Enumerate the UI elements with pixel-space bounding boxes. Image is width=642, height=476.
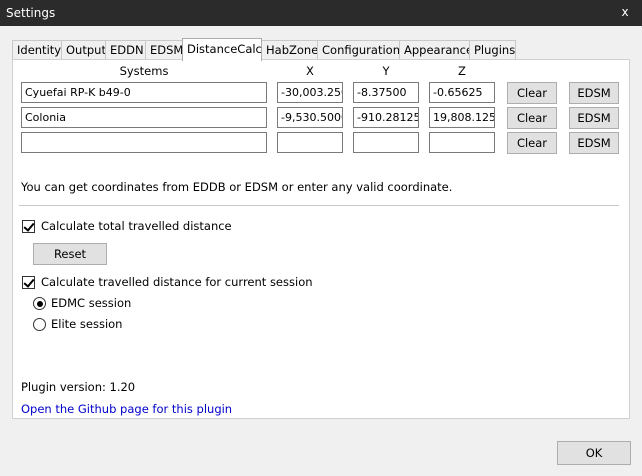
clear-button-1[interactable]: Clear: [507, 82, 557, 104]
tab-habzone[interactable]: HabZone: [261, 40, 318, 59]
tab-configuration[interactable]: Configuration: [317, 40, 400, 59]
plugin-version: Plugin version: 1.20: [21, 380, 136, 394]
system-input-2[interactable]: Colonia: [21, 107, 267, 128]
clear-button-3[interactable]: Clear: [507, 132, 557, 154]
reset-button[interactable]: Reset: [33, 243, 107, 265]
coordinates-note: You can get coordinates from EDDB or EDS…: [21, 180, 453, 194]
title-bar: Settings x: [0, 0, 642, 26]
window-title: Settings: [6, 6, 56, 20]
github-link[interactable]: Open the Github page for this plugin: [21, 402, 232, 416]
tab-identity[interactable]: Identity: [12, 40, 62, 59]
elite-session-label: Elite session: [51, 317, 123, 331]
x-input-1[interactable]: -30,003.250: [277, 82, 343, 103]
distancecalc-panel: Systems X Y Z Cyuefai RP-K b49-0 -30,003…: [12, 59, 630, 419]
clear-button-2[interactable]: Clear: [507, 107, 557, 129]
tab-output[interactable]: Output: [61, 40, 106, 59]
total-distance-checkbox[interactable]: [22, 220, 35, 233]
z-input-2[interactable]: 19,808.1250: [429, 107, 495, 128]
system-input-1[interactable]: Cyuefai RP-K b49-0: [21, 82, 267, 103]
tab-edsm[interactable]: EDSM: [145, 40, 184, 59]
edsm-button-2[interactable]: EDSM: [569, 107, 619, 129]
system-input-3[interactable]: [21, 132, 267, 153]
tab-distancecalc[interactable]: DistanceCalc: [182, 38, 262, 61]
z-input-3[interactable]: [429, 132, 495, 153]
tab-eddn[interactable]: EDDN: [105, 40, 146, 59]
elite-session-radio[interactable]: [33, 318, 46, 331]
y-input-3[interactable]: [353, 132, 419, 153]
x-input-3[interactable]: [277, 132, 343, 153]
x-input-2[interactable]: -9,530.5000: [277, 107, 343, 128]
edmc-session-radio[interactable]: [33, 297, 46, 310]
tab-plugins[interactable]: Plugins: [469, 40, 516, 59]
edsm-button-1[interactable]: EDSM: [569, 82, 619, 104]
session-distance-checkbox[interactable]: [22, 276, 35, 289]
x-header: X: [306, 64, 314, 78]
close-icon[interactable]: x: [608, 0, 642, 26]
z-input-1[interactable]: -0.65625: [429, 82, 495, 103]
systems-header: Systems: [119, 64, 169, 78]
z-header: Z: [458, 64, 466, 78]
session-distance-label: Calculate travelled distance for current…: [41, 275, 313, 289]
ok-button[interactable]: OK: [557, 441, 631, 465]
edmc-session-label: EDMC session: [51, 296, 132, 310]
y-header: Y: [382, 64, 390, 78]
edsm-button-3[interactable]: EDSM: [569, 132, 619, 154]
y-input-2[interactable]: -910.28125: [353, 107, 419, 128]
y-input-1[interactable]: -8.37500: [353, 82, 419, 103]
tab-appearance[interactable]: Appearance: [399, 40, 473, 59]
total-distance-label: Calculate total travelled distance: [41, 219, 232, 233]
separator: [19, 205, 619, 206]
